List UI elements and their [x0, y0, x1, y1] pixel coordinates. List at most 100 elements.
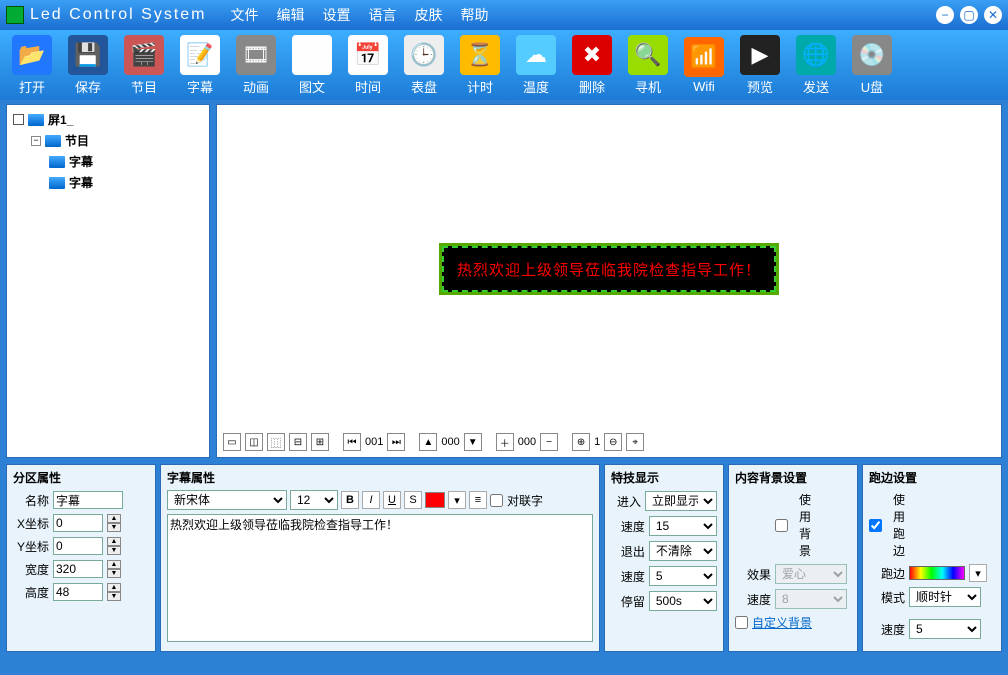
strike-button[interactable]: S — [404, 491, 422, 509]
tool-表盘[interactable]: 🕒表盘 — [400, 35, 448, 96]
tool-时间[interactable]: 📅时间 — [344, 35, 392, 96]
font-select[interactable]: 新宋体 — [167, 490, 287, 510]
align-button[interactable]: ≡ — [469, 491, 487, 509]
led-display[interactable]: 热烈欢迎上级领导莅临我院检查指导工作！ — [439, 243, 779, 295]
tool-label: 节目 — [120, 77, 168, 96]
tool-Wifi[interactable]: 📶Wifi — [680, 37, 728, 94]
tool-label: 计时 — [456, 77, 504, 96]
custombg-checkbox[interactable] — [735, 616, 748, 629]
main-menu: 文件 编辑 设置 语言 皮肤 帮助 — [231, 5, 489, 25]
tool-U盘[interactable]: 💿U盘 — [848, 35, 896, 96]
tool-动画[interactable]: 🎞动画 — [232, 35, 280, 96]
tree-screen[interactable]: 屏1_ — [13, 111, 203, 128]
tool-字幕[interactable]: 📝字幕 — [176, 35, 224, 96]
menu-settings[interactable]: 设置 — [323, 5, 351, 25]
tool-删除[interactable]: ✖删除 — [568, 35, 616, 96]
name-input[interactable] — [53, 491, 123, 509]
border-dropdown-icon[interactable]: ▾ — [969, 564, 987, 582]
layout1-icon[interactable]: ▭ — [223, 433, 241, 451]
tool-打开[interactable]: 📂打开 — [8, 35, 56, 96]
mode-select[interactable]: 顺时针 — [909, 587, 981, 607]
menu-file[interactable]: 文件 — [231, 5, 259, 25]
stay-select[interactable]: 500s — [649, 591, 717, 611]
节目-icon: 🎬 — [124, 35, 164, 75]
window-controls: − ▢ ✕ — [936, 6, 1002, 24]
layout3-icon[interactable]: ⿲ — [267, 433, 285, 451]
tree-item[interactable]: 字幕 — [49, 153, 203, 170]
title-bar: Led Control System 文件 编辑 设置 语言 皮肤 帮助 − ▢… — [0, 0, 1008, 30]
tool-label: U盘 — [848, 77, 896, 96]
menu-language[interactable]: 语言 — [369, 5, 397, 25]
zoom-in-icon[interactable]: ⊕ — [572, 433, 590, 451]
tree-program[interactable]: − 节目 — [31, 132, 203, 149]
menu-edit[interactable]: 编辑 — [277, 5, 305, 25]
couplet-checkbox[interactable] — [490, 494, 503, 507]
bg-title: 内容背景设置 — [735, 469, 851, 486]
size-select[interactable]: 12 — [290, 490, 338, 510]
tool-预览[interactable]: ▶预览 — [736, 35, 784, 96]
tool-图文[interactable]: 🖼图文 — [288, 35, 336, 96]
layout5-icon[interactable]: ⊞ — [311, 433, 329, 451]
x-input[interactable] — [53, 514, 103, 532]
tool-节目[interactable]: 🎬 节目 — [120, 35, 168, 96]
up-icon[interactable]: ▲ — [419, 433, 437, 451]
menu-help[interactable]: 帮助 — [461, 5, 489, 25]
maximize-button[interactable]: ▢ — [960, 6, 978, 24]
w-input[interactable] — [53, 560, 103, 578]
tool-寻机[interactable]: 🔍寻机 — [624, 35, 672, 96]
next-icon[interactable]: ⏭ — [387, 433, 405, 451]
usebg-checkbox[interactable] — [775, 519, 788, 532]
color-swatch[interactable] — [425, 492, 445, 508]
bold-button[interactable]: B — [341, 491, 359, 509]
tree-program-label: 节目 — [65, 132, 89, 149]
tool-计时[interactable]: ⏳计时 — [456, 35, 504, 96]
border-preview[interactable] — [909, 566, 965, 580]
enter-select[interactable]: 立即显示 — [645, 491, 717, 511]
y-input[interactable] — [53, 537, 103, 555]
h-spinner[interactable]: ▲▼ — [107, 583, 121, 601]
y-spinner[interactable]: ▲▼ — [107, 537, 121, 555]
layout2-icon[interactable]: ◫ — [245, 433, 263, 451]
layout4-icon[interactable]: ⊟ — [289, 433, 307, 451]
app-title: Led Control System — [30, 6, 207, 24]
custombg-link[interactable]: 自定义背景 — [752, 614, 812, 631]
x-spinner[interactable]: ▲▼ — [107, 514, 121, 532]
preview-canvas: 热烈欢迎上级领导莅临我院检查指导工作！ — [223, 111, 995, 427]
close-button[interactable]: ✕ — [984, 6, 1002, 24]
w-spinner[interactable]: ▲▼ — [107, 560, 121, 578]
collapse-icon[interactable]: − — [31, 136, 41, 146]
bgspeed-select: 8 — [775, 589, 847, 609]
exit-select[interactable]: 不清除 — [649, 541, 717, 561]
minimize-button[interactable]: − — [936, 6, 954, 24]
bspeed-label: 速度 — [869, 621, 905, 638]
zoom-out-icon[interactable]: ⊖ — [604, 433, 622, 451]
enter-label: 进入 — [611, 493, 641, 510]
tool-温度[interactable]: ☁温度 — [512, 35, 560, 96]
minus-icon[interactable]: − — [540, 433, 558, 451]
color-dropdown-icon[interactable]: ▾ — [448, 491, 466, 509]
zone-title: 分区属性 — [13, 469, 149, 486]
target-icon[interactable]: ⌖ — [626, 433, 644, 451]
subtitle-textarea[interactable]: 热烈欢迎上级领导莅临我院检查指导工作！ — [167, 514, 593, 642]
tool-label: Wifi — [680, 79, 728, 94]
subtitle-title: 字幕属性 — [167, 469, 593, 486]
useborder-checkbox[interactable] — [869, 519, 882, 532]
plus-icon[interactable]: ＋ — [496, 433, 514, 451]
y-label: Y坐标 — [13, 538, 49, 555]
speed1-select[interactable]: 15 — [649, 516, 717, 536]
down-icon[interactable]: ▼ — [464, 433, 482, 451]
bspeed-select[interactable]: 5 — [909, 619, 981, 639]
speed2-select[interactable]: 5 — [649, 566, 717, 586]
underline-button[interactable]: U — [383, 491, 401, 509]
tree-item[interactable]: 字幕 — [49, 174, 203, 191]
italic-button[interactable]: I — [362, 491, 380, 509]
tool-label: 表盘 — [400, 77, 448, 96]
menu-skin[interactable]: 皮肤 — [415, 5, 443, 25]
h-input[interactable] — [53, 583, 103, 601]
保存-icon: 💾 — [68, 35, 108, 75]
tool-发送[interactable]: 🌐发送 — [792, 35, 840, 96]
border-label: 跑边 — [869, 565, 905, 582]
checkbox-icon[interactable] — [13, 114, 24, 125]
prev-icon[interactable]: ⏮ — [343, 433, 361, 451]
tool-保存[interactable]: 💾保存 — [64, 35, 112, 96]
